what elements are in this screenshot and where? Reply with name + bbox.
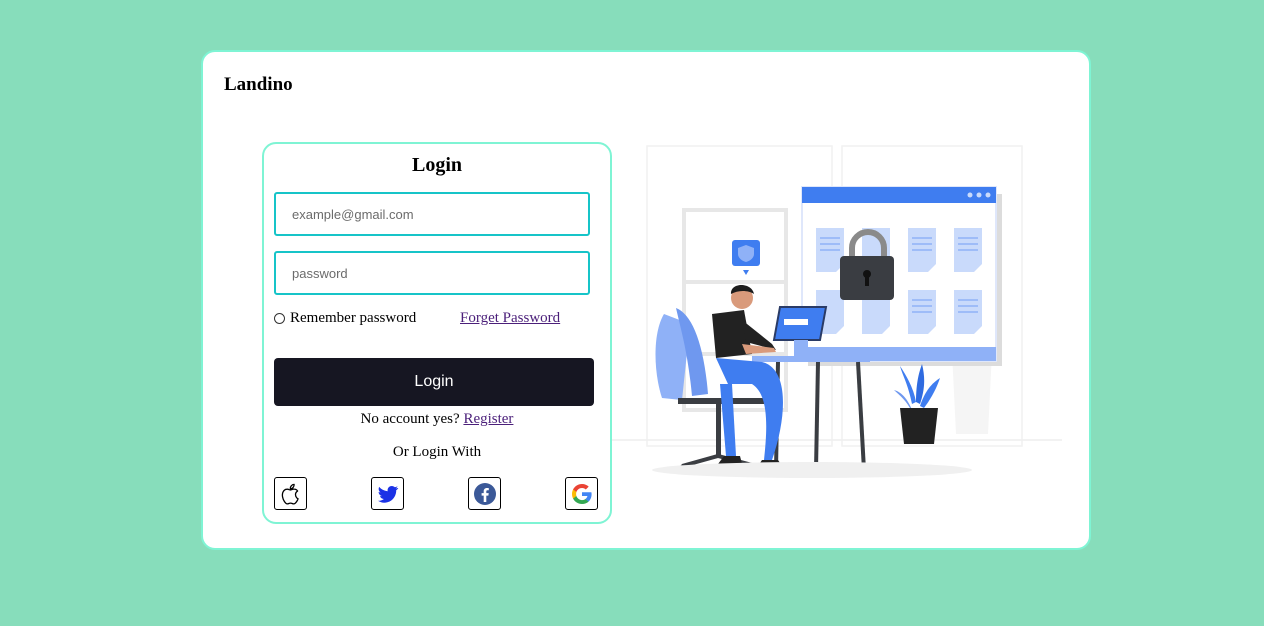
no-account-text: No account yes? Register bbox=[264, 411, 610, 428]
apple-icon bbox=[281, 483, 299, 505]
or-login-with-label: Or Login With bbox=[392, 444, 482, 460]
remember-label: Remember password bbox=[290, 310, 417, 326]
login-button[interactable]: Login bbox=[274, 358, 594, 406]
remember-password-option[interactable]: Remember password bbox=[274, 310, 416, 327]
facebook-login-button[interactable] bbox=[468, 477, 501, 510]
person-figure bbox=[712, 285, 783, 466]
no-account-label: No account yes? bbox=[360, 411, 460, 427]
google-icon bbox=[571, 483, 592, 504]
shield-bubble-icon bbox=[732, 240, 760, 275]
forget-password-link[interactable]: Forget Password bbox=[460, 310, 560, 327]
login-card: Login Remember password Forget Password … bbox=[262, 142, 612, 524]
apple-login-button[interactable] bbox=[274, 477, 307, 510]
register-link[interactable]: Register bbox=[463, 411, 513, 427]
security-illustration bbox=[612, 145, 1062, 478]
browser-window bbox=[801, 186, 1002, 366]
social-login-row bbox=[274, 477, 600, 513]
password-input[interactable] bbox=[274, 251, 590, 295]
login-title: Login bbox=[411, 154, 463, 176]
brand-logo: Landino bbox=[224, 74, 293, 95]
facebook-icon bbox=[473, 482, 496, 505]
twitter-login-button[interactable] bbox=[371, 477, 404, 510]
email-input[interactable] bbox=[274, 192, 590, 236]
twitter-icon bbox=[377, 485, 398, 503]
main-frame: Landino Login Remember password Forget P… bbox=[201, 50, 1091, 550]
potted-plant bbox=[894, 364, 940, 444]
google-login-button[interactable] bbox=[565, 477, 598, 510]
remember-radio[interactable] bbox=[274, 313, 285, 324]
